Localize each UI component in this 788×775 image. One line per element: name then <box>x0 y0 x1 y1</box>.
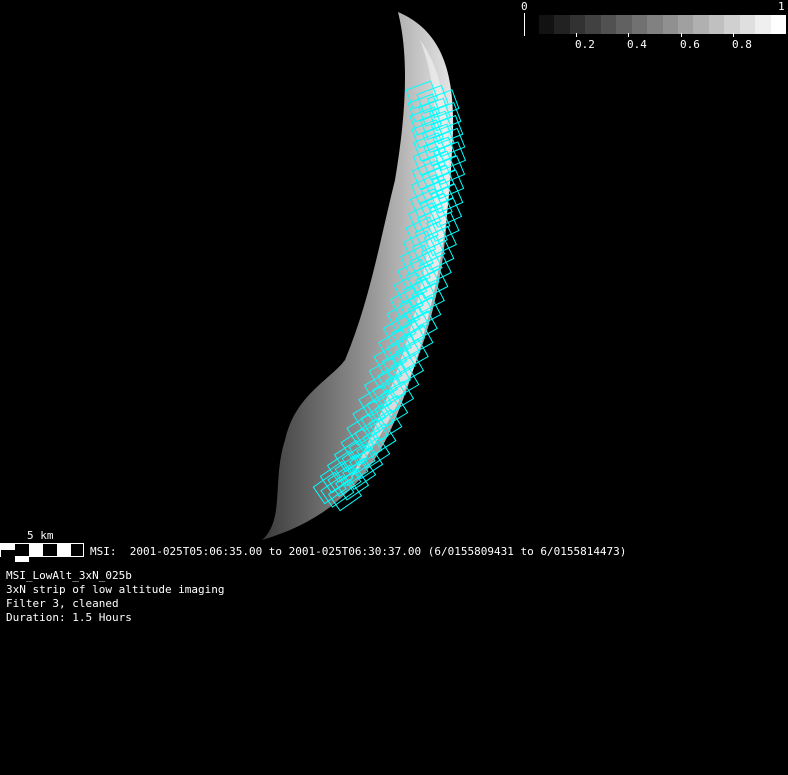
colorbar-tick <box>733 33 734 37</box>
asteroid-view <box>262 12 467 540</box>
colorbar-step <box>739 15 756 34</box>
scale-bar <box>0 543 84 562</box>
colorbar-step <box>647 15 663 34</box>
scale-bar-segment <box>1 556 15 562</box>
observation-time-range: MSI: 2001-025T05:06:35.00 to 2001-025T06… <box>90 545 627 558</box>
colorbar-tick-label: 0.4 <box>627 38 647 51</box>
colorbar-tick <box>681 33 682 37</box>
colorbar-step <box>724 15 740 34</box>
colorbar-step <box>708 15 725 34</box>
colorbar-step <box>662 15 678 34</box>
colorbar-step <box>693 15 709 34</box>
colorbar-tick-label: 0.8 <box>732 38 752 51</box>
scale-bar-segment <box>43 550 57 556</box>
colorbar-tick <box>576 33 577 37</box>
scale-label: 5 km <box>27 529 54 542</box>
colorbar-step <box>554 15 570 34</box>
colorbar-gradient <box>539 15 786 34</box>
scale-bar-segment <box>29 550 43 556</box>
colorbar-step <box>569 15 586 34</box>
colorbar-step <box>539 15 555 34</box>
colorbar-step <box>677 15 694 34</box>
colorbar-tick <box>628 33 629 37</box>
colorbar-step <box>600 15 617 34</box>
colorbar-tick-label: 0.2 <box>575 38 595 51</box>
colorbar-min-label: 0 <box>521 0 528 13</box>
dataset-name: MSI_LowAlt_3xN_025b <box>6 569 132 582</box>
colorbar-step <box>616 15 632 34</box>
scale-bar-segment <box>15 556 29 562</box>
scale-bar-segment <box>57 550 71 556</box>
filter-info: Filter 3, cleaned <box>6 597 119 610</box>
colorbar-step <box>770 15 786 34</box>
colorbar-step <box>631 15 648 34</box>
colorbar-min-tick <box>524 13 525 36</box>
colorbar-step <box>755 15 771 34</box>
colorbar-max-label: 1 <box>778 0 785 13</box>
colorbar-tick-label: 0.6 <box>680 38 700 51</box>
dataset-description: 3xN strip of low altitude imaging <box>6 583 225 596</box>
duration-info: Duration: 1.5 Hours <box>6 611 132 624</box>
colorbar-step <box>585 15 601 34</box>
